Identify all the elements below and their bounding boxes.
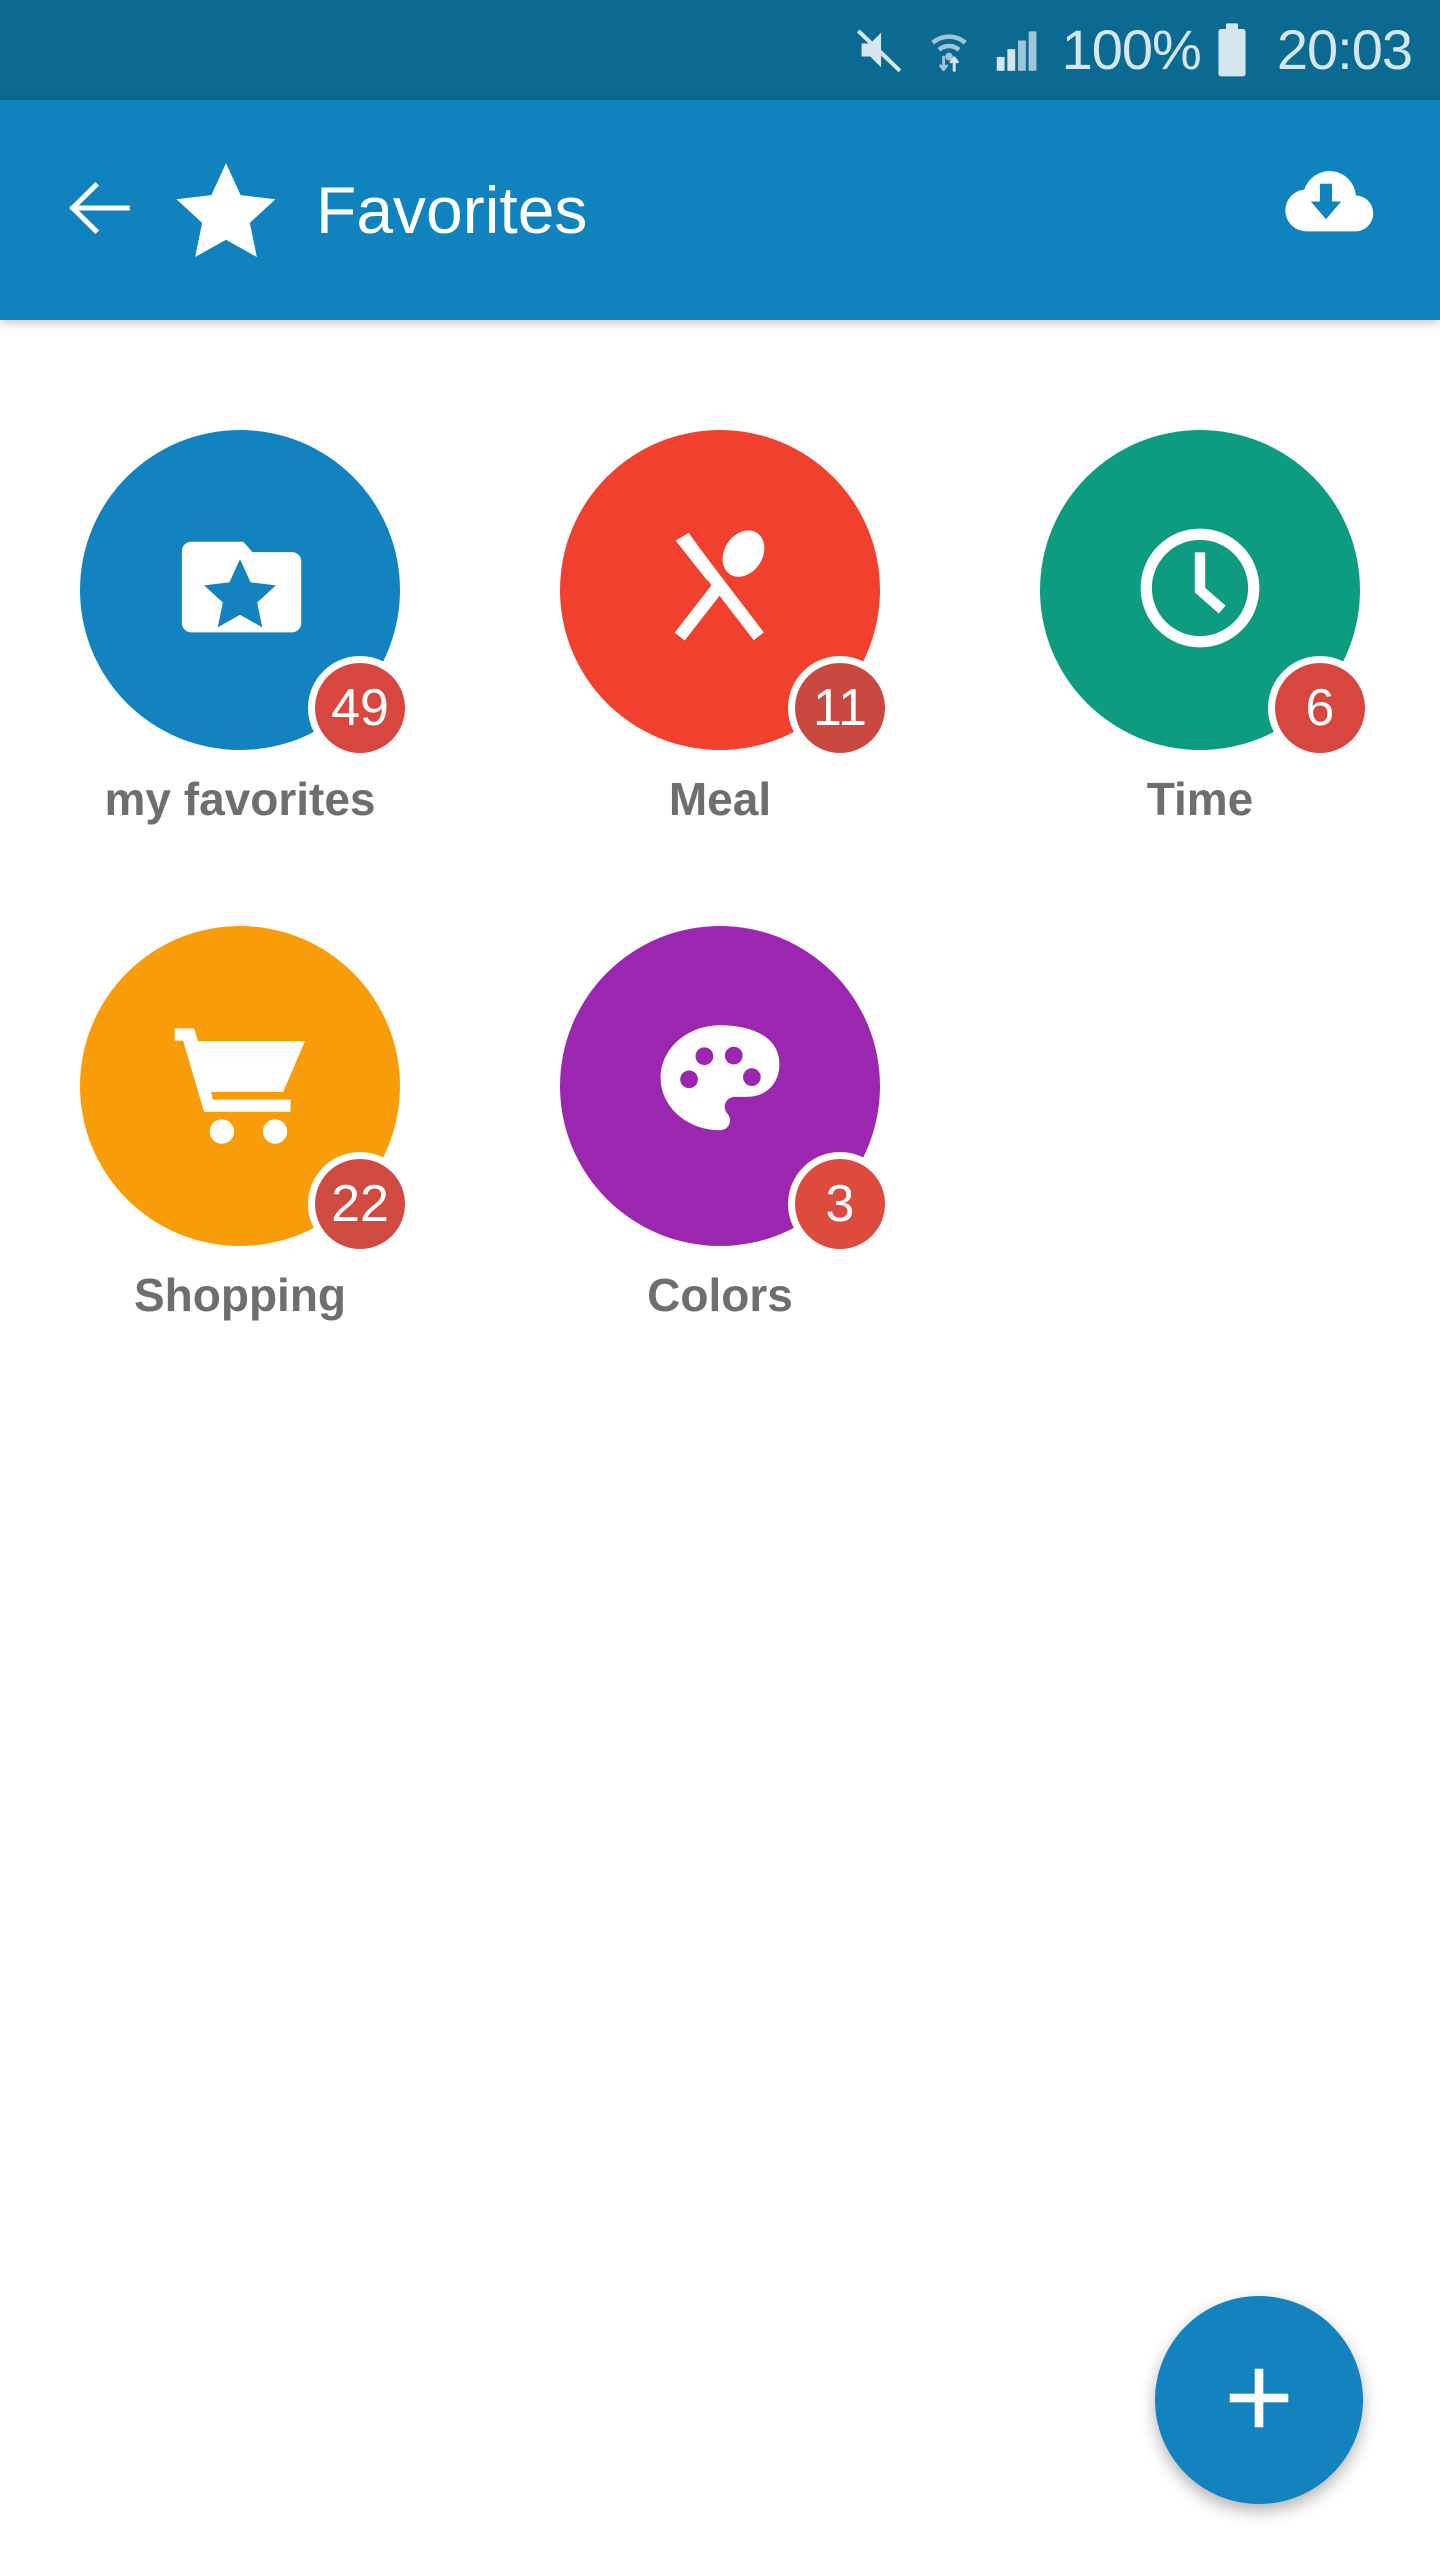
app-root: 100% 20:03 Favorites 49 my favorites 11 … [0, 0, 1440, 2560]
plus-icon [1214, 2353, 1304, 2448]
grid-tile-shopping[interactable]: 22 Shopping [0, 926, 480, 1318]
tile-circle-wrap: 6 [1040, 430, 1372, 760]
star-icon [172, 156, 280, 264]
tile-circle-wrap: 3 [560, 926, 892, 1256]
clock-label: 20:03 [1276, 18, 1413, 81]
tile-label: Colors [647, 1269, 793, 1321]
app-bar: Favorites [0, 100, 1440, 320]
tile-label: Shopping [133, 1269, 347, 1321]
add-favorite-fab[interactable] [1155, 2296, 1363, 2504]
mute-icon [854, 24, 906, 76]
page-title: Favorites [316, 173, 588, 247]
tile-badge: 22 [308, 1152, 412, 1256]
tile-label: Meal [668, 773, 772, 825]
battery-icon [1215, 22, 1249, 78]
tile-badge: 6 [1268, 656, 1372, 760]
signal-icon [992, 24, 1044, 76]
tile-badge: 11 [788, 656, 892, 760]
battery-percent-label: 100% [1061, 18, 1202, 81]
wifi-icon [924, 24, 974, 76]
tile-circle-wrap: 49 [80, 430, 412, 760]
tile-label: Time [1146, 773, 1254, 825]
grid-tile-colors[interactable]: 3 Colors [480, 926, 960, 1318]
back-button[interactable] [40, 169, 160, 252]
shopping-cart-icon [165, 1009, 315, 1164]
fork-spoon-icon [645, 513, 795, 668]
clock-icon [1125, 513, 1275, 668]
palette-icon [645, 1009, 795, 1164]
tile-badge: 3 [788, 1152, 892, 1256]
status-bar: 100% 20:03 [0, 0, 1440, 100]
tile-circle-wrap: 22 [80, 926, 412, 1256]
cloud-download-icon [1274, 156, 1378, 265]
tile-circle-wrap: 11 [560, 430, 892, 760]
tile-label: my favorites [104, 773, 376, 825]
content-area: 49 my favorites 11 Meal 6 Time 22 Shoppi… [0, 320, 1440, 2560]
folder-star-icon [165, 513, 315, 668]
cloud-download-button[interactable] [1274, 156, 1378, 265]
back-arrow-icon [61, 169, 139, 252]
favorites-grid: 49 my favorites 11 Meal 6 Time 22 Shoppi… [0, 430, 1440, 1318]
grid-tile-time[interactable]: 6 Time [960, 430, 1440, 822]
grid-tile-meal[interactable]: 11 Meal [480, 430, 960, 822]
grid-tile-my-favorites[interactable]: 49 my favorites [0, 430, 480, 822]
tile-badge: 49 [308, 656, 412, 760]
